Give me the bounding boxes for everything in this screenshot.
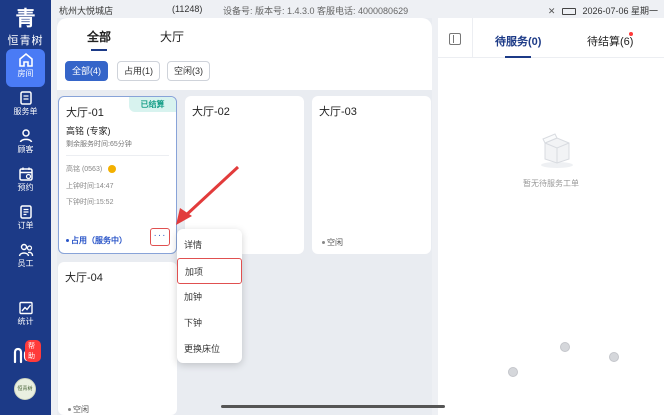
device-info: 设备号: 版本号: 1.4.3.0 客服电话: 4000080629: [223, 6, 409, 16]
tab-all-areas[interactable]: 全部: [87, 28, 111, 51]
empty-box-icon: [541, 133, 573, 168]
menu-item-end-service[interactable]: 下钟: [177, 310, 242, 336]
empty-state-text: 暂无待服务工单: [523, 179, 579, 188]
therapist-code-row: 高铭 (0563): [66, 164, 117, 174]
divider: [66, 155, 169, 156]
sidebar-item-stats[interactable]: 统计: [6, 297, 45, 335]
customer-icon: [19, 129, 32, 143]
idle-status: 空闲: [68, 404, 89, 415]
sidebar-item-label: 顾客: [17, 145, 34, 154]
room-name: 大厅-02: [192, 106, 230, 118]
more-options-button[interactable]: ···: [150, 228, 170, 246]
floating-dot: [508, 367, 518, 377]
notification-dot: [629, 32, 633, 36]
status-bar: 杭州大悦城店 (11248) 设备号: 版本号: 1.4.3.0 客服电话: 4…: [51, 0, 664, 18]
context-menu: 详情 加项 加钟 下钟 更换床位: [177, 229, 242, 363]
menu-item-add-item[interactable]: 加项: [177, 258, 242, 284]
sidebar-item-service-orders[interactable]: 服务单: [6, 87, 45, 125]
sidebar-item-label: 服务单: [13, 107, 38, 116]
filter-idle[interactable]: 空闲(3): [167, 61, 210, 81]
logo-text: 恒青树: [7, 35, 44, 47]
floating-dot: [609, 352, 619, 362]
sidebar-item-label: 员工: [17, 259, 34, 268]
room-name: 大厅-03: [319, 106, 357, 118]
settled-badge: 已结算: [129, 97, 176, 112]
idle-status: 空闲: [322, 237, 343, 248]
home-indicator[interactable]: [221, 405, 445, 408]
filter-all[interactable]: 全部(4): [65, 61, 108, 81]
mute-icon: ✕: [547, 6, 556, 16]
tab-pending-settlement[interactable]: 待结算(6): [587, 33, 633, 49]
stats-icon: [18, 301, 33, 315]
sidebar-item-orders[interactable]: 订单: [6, 201, 45, 239]
badge-icon: [108, 165, 117, 174]
battery-icon: [561, 8, 576, 16]
panel-toggle-icon[interactable]: [449, 33, 461, 45]
menu-item-add-time[interactable]: 加钟: [177, 284, 242, 310]
work-orders-header: 待服务(0) 待结算(6): [438, 18, 664, 58]
room-name: 大厅-04: [65, 272, 103, 284]
sidebar-item-staff[interactable]: 员工: [6, 239, 45, 277]
tab-hall[interactable]: 大厅: [160, 28, 184, 45]
staff-icon: [18, 243, 33, 257]
floating-dot: [560, 342, 570, 352]
occupied-status: 占用（服务中）: [66, 235, 127, 246]
rooms-panel: 全部 大厅 全部(4) 占用(1) 空闲(3) 大厅-01 已结算 高铭 (专家…: [57, 18, 432, 415]
help-button[interactable]: 帮助: [11, 340, 41, 368]
help-badge: 帮助: [25, 340, 41, 362]
house-icon: [18, 52, 33, 67]
room-card-hall-04[interactable]: 大厅-04 空闲: [58, 262, 177, 415]
sidebar-item-label: 订单: [17, 221, 34, 230]
tab-pending-service[interactable]: 待服务(0): [495, 33, 541, 58]
menu-item-change-bed[interactable]: 更换床位: [177, 336, 242, 362]
sidebar-item-customers[interactable]: 顾客: [6, 125, 45, 163]
store-name: 杭州大悦城店: [59, 6, 114, 16]
therapist-name: 高铭 (专家): [66, 126, 111, 136]
menu-item-details[interactable]: 详情: [177, 232, 242, 258]
room-card-hall-03[interactable]: 大厅-03 空闲: [312, 96, 431, 254]
remaining-time: 剩余服务时间:65分钟: [66, 141, 132, 148]
sidebar-item-rooms[interactable]: 房间: [6, 49, 45, 87]
sidebar: 青 恒青树 房间 服务单 顾客 预约 订单 员工 统计 帮助 恒青树: [0, 0, 51, 415]
status-right: ✕ 2026-07-06 星期一: [548, 4, 658, 17]
service-order-icon: [19, 91, 32, 105]
calendar-icon: [18, 167, 33, 181]
work-orders-panel: 待服务(0) 待结算(6) 暂无待服务工单: [438, 18, 664, 415]
sidebar-item-label: 预约: [17, 183, 34, 192]
datetime: 2026-07-06 星期一: [582, 6, 658, 16]
avatar[interactable]: 恒青树: [14, 378, 36, 400]
order-icon: [19, 205, 32, 219]
end-time: 下钟时间:15:52: [66, 199, 114, 206]
room-name: 大厅-01: [66, 107, 104, 119]
store-code: (11248): [172, 4, 203, 14]
rooms-header: 全部 大厅 全部(4) 占用(1) 空闲(3): [57, 18, 432, 90]
divider: [472, 18, 473, 58]
start-time: 上钟时间:14:47: [66, 183, 114, 190]
logo-glyph: 青: [15, 8, 36, 30]
therapist-code: 高铭 (0563): [66, 166, 103, 173]
app-logo: 青 恒青树: [0, 8, 51, 48]
sidebar-item-label: 房间: [17, 69, 34, 78]
filter-occupied[interactable]: 占用(1): [117, 61, 160, 81]
sidebar-item-appointments[interactable]: 预约: [6, 163, 45, 201]
sidebar-item-label: 统计: [17, 317, 34, 326]
room-card-hall-01[interactable]: 大厅-01 已结算 高铭 (专家) 剩余服务时间:65分钟 高铭 (0563) …: [58, 96, 177, 254]
